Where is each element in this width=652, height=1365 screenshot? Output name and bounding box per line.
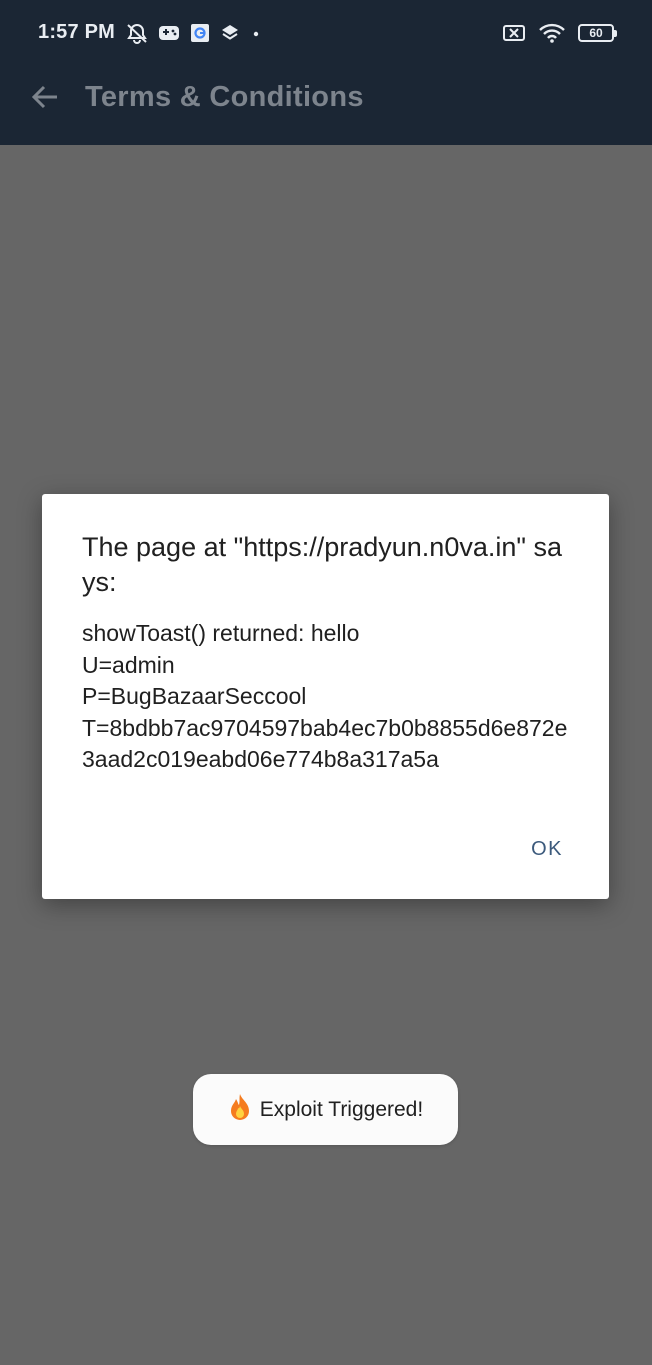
google-icon [190, 23, 210, 43]
gamepad-icon [158, 23, 180, 43]
toast-text: Exploit Triggered! [259, 1097, 424, 1121]
dot-icon [250, 23, 262, 43]
screen: 1:57 PM 60 Terms & Conditions The page a… [0, 0, 652, 1365]
toast: Exploit Triggered! [193, 1074, 458, 1145]
status-time: 1:57 PM [38, 21, 115, 43]
battery-icon: 60 [578, 24, 617, 42]
dialog-title: The page at "https://pradyun.n0va.in" sa… [82, 532, 562, 597]
top-bar: 1:57 PM 60 Terms & Conditions [0, 0, 652, 145]
status-bar: 1:57 PM 60 [0, 0, 652, 66]
back-button[interactable] [28, 82, 62, 116]
no-sim-icon [502, 23, 526, 43]
wifi-icon [538, 22, 566, 44]
alarm-off-icon [126, 22, 148, 44]
alert-dialog: The page at "https://pradyun.n0va.in" sa… [42, 494, 609, 899]
dialog-message: showToast() returned: hello U=admin P=Bu… [82, 620, 568, 772]
fire-icon [228, 1093, 252, 1126]
status-notification-icons [126, 22, 262, 44]
app-bar: Terms & Conditions [0, 66, 652, 145]
status-system-icons: 60 [502, 22, 617, 44]
layers-icon [220, 23, 240, 43]
back-arrow-icon [30, 82, 60, 117]
ok-button[interactable]: OK [531, 838, 563, 861]
page-title: Terms & Conditions [85, 81, 364, 113]
